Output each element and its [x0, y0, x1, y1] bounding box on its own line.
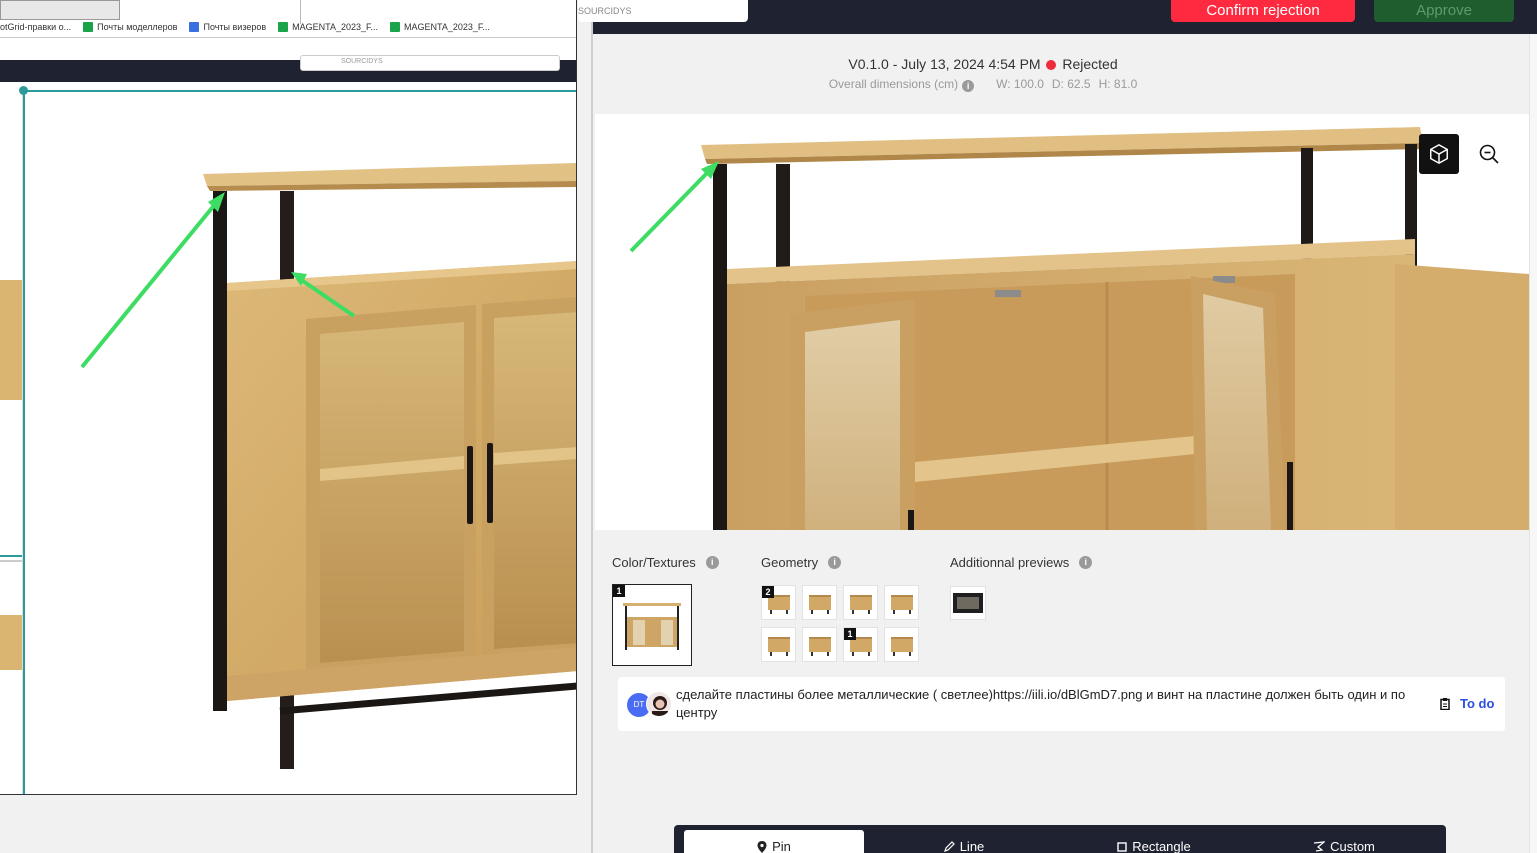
tool-label: Rectangle: [1132, 839, 1191, 853]
version-info: V0.1.0 - July 13, 2024 4:54 PM Rejected: [593, 56, 1373, 72]
dimension-height: H: 81.0: [1098, 77, 1138, 91]
avatar: [646, 691, 672, 717]
todo-status[interactable]: To do: [1440, 696, 1494, 711]
geometry-thumbnail[interactable]: [802, 585, 837, 620]
pin-tool-button[interactable]: Pin: [684, 830, 864, 853]
comment-text: сделайте пластины более металлические ( …: [676, 687, 1406, 720]
view-3d-button[interactable]: [1419, 134, 1459, 174]
geometry-thumbnail[interactable]: [802, 627, 837, 662]
search-text: SOURCIDYS: [578, 6, 632, 16]
status-dot-icon: [1046, 60, 1057, 70]
geometry-thumbnail[interactable]: [761, 627, 796, 662]
thumbnail-render: [809, 595, 831, 614]
info-icon[interactable]: i: [705, 556, 719, 569]
thumbnail-render: [953, 593, 983, 613]
pencil-icon: [943, 841, 955, 852]
thumbnail-render: [891, 637, 913, 656]
wood-sample: [0, 280, 22, 400]
info-icon[interactable]: i: [828, 556, 842, 569]
bookmark-list: otGrid-правки о... Почты моделлеров Почт…: [0, 20, 490, 34]
divider: [0, 555, 22, 557]
todo-label: To do: [1460, 696, 1495, 711]
reference-window: otGrid-правки о... Почты моделлеров Почт…: [0, 0, 577, 795]
bookmark-item[interactable]: Почты моделлеров: [83, 20, 177, 34]
bookmark-label: MAGENTA_2023_F...: [292, 22, 379, 32]
clipboard-icon: [1440, 697, 1450, 710]
thumbnail-render: [768, 637, 790, 656]
bookmarks-bar: otGrid-правки о... Почты моделлеров Почт…: [0, 0, 576, 38]
section-label: Geometry: [761, 555, 819, 570]
custom-tool-button[interactable]: Custom: [1254, 830, 1434, 853]
approve-button[interactable]: Approve: [1374, 0, 1514, 22]
top-bar: SOURCIDYS Confirm rejection Approve: [578, 0, 1537, 34]
sheets-icon: [83, 22, 94, 32]
geometry-thumbnail[interactable]: 2: [761, 585, 796, 620]
thumbnail-render: [809, 637, 831, 656]
info-icon[interactable]: i: [962, 80, 975, 92]
search-input[interactable]: SOURCIDYS: [578, 0, 748, 22]
count-badge: 2: [762, 586, 774, 598]
sheets-icon: [390, 22, 401, 32]
info-icon[interactable]: i: [1079, 556, 1093, 569]
thumbnail-render: [891, 595, 913, 614]
square-icon: [1117, 841, 1127, 852]
pin-icon: [757, 840, 767, 853]
geometry-thumbnail[interactable]: [843, 585, 878, 620]
bookmark-label: MAGENTA_2023_F...: [404, 22, 490, 32]
confirm-rejection-button[interactable]: Confirm rejection: [1171, 0, 1355, 22]
geometry-title: Geometry i: [761, 555, 842, 570]
bookmark-item[interactable]: Почты визеров: [189, 20, 266, 34]
search-input[interactable]: SOURCIDYS: [300, 55, 560, 71]
section-label: Additionnal previews: [950, 555, 1070, 570]
bookmark-label: otGrid-правки о...: [0, 22, 72, 32]
comment-card[interactable]: DT сделайте пластины более металлические…: [618, 677, 1505, 731]
cube-icon: [1430, 143, 1448, 165]
zoom-out-icon: [1479, 144, 1499, 164]
side-panel: [0, 90, 23, 794]
tool-label: Custom: [1330, 839, 1375, 853]
geometry-thumbnail[interactable]: [884, 627, 919, 662]
docs-icon: [189, 22, 200, 32]
dimensions-info: Overall dimensions (cm) i W: 100.0 D: 62.5 H…: [593, 77, 1373, 92]
model-viewer[interactable]: [595, 114, 1529, 530]
cabinet-closeup-render: [80, 163, 576, 769]
tab-thumbnail: [0, 0, 120, 20]
additional-previews-title: Additionnal previews i: [950, 555, 1093, 570]
bookmark-item[interactable]: MAGENTA_2023_F...: [278, 20, 378, 34]
bookmark-label: Почты моделлеров: [97, 22, 178, 32]
dimension-width: W: 100.0: [996, 77, 1044, 91]
tool-label: Pin: [772, 839, 791, 853]
geometry-thumbnail[interactable]: 1: [843, 627, 878, 662]
divider: [0, 560, 22, 562]
count-badge: 1: [844, 628, 856, 640]
bookmark-item[interactable]: otGrid-правки о...: [0, 20, 71, 34]
dimension-depth: D: 62.5: [1051, 77, 1091, 91]
additional-preview-thumbnail[interactable]: [950, 586, 986, 620]
geometry-thumbnail[interactable]: [884, 585, 919, 620]
cabinet-render: [629, 127, 1529, 530]
color-texture-thumbnail[interactable]: 1: [612, 584, 692, 666]
thumbnail-render: [850, 595, 872, 614]
review-app: SOURCIDYS Confirm rejection Approve V0.1…: [578, 0, 1537, 853]
annotation-toolbar: Pin Line Rectangle Custom: [674, 825, 1446, 853]
version-label: V0.1.0 - July 13, 2024 4:54 PM: [848, 56, 1041, 72]
scrollbar[interactable]: [1529, 34, 1537, 853]
avatar-photo: [652, 696, 668, 716]
section-label: Color/Textures: [612, 555, 696, 570]
lasso-icon: [1314, 841, 1326, 852]
thumbnail-render: [623, 603, 681, 650]
bookmark-label: Почты визеров: [203, 22, 267, 32]
bookmark-item[interactable]: MAGENTA_2023_F...: [390, 20, 490, 34]
zoom-out-button[interactable]: [1471, 136, 1507, 172]
rectangle-tool-button[interactable]: Rectangle: [1064, 830, 1244, 853]
status-label: Rejected: [1062, 56, 1118, 72]
count-badge: 1: [613, 585, 625, 597]
sheets-icon: [278, 22, 289, 32]
screen: otGrid-правки о... Почты моделлеров Почт…: [0, 0, 1537, 853]
line-tool-button[interactable]: Line: [874, 830, 1054, 853]
color-textures-title: Color/Textures i: [612, 555, 719, 570]
dimensions-label: Overall dimensions (cm): [828, 77, 959, 91]
tool-label: Line: [959, 839, 985, 853]
wood-sample: [0, 615, 22, 670]
